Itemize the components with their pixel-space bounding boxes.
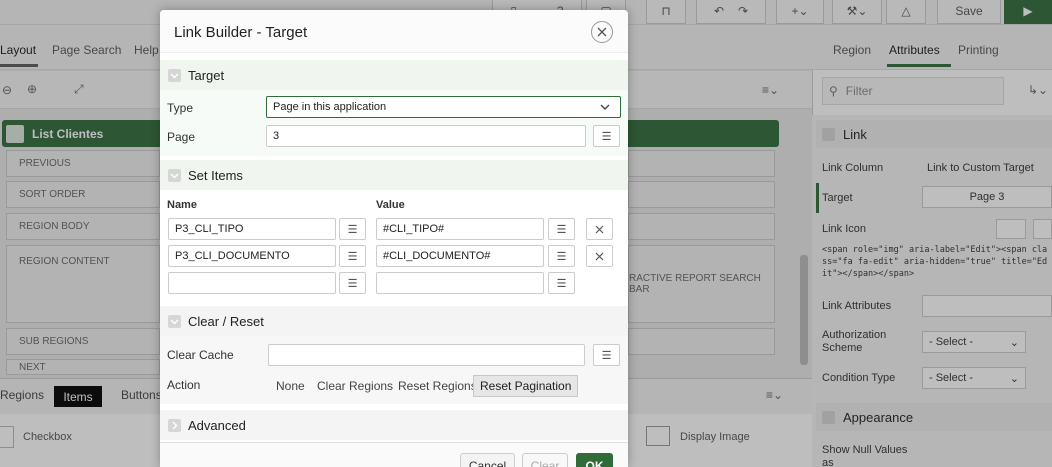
item-name-list-button[interactable]: ☰ [339, 218, 366, 240]
name-column-header: Name [167, 199, 197, 211]
list-icon: ☰ [556, 277, 567, 290]
item-value-list-button[interactable]: ☰ [548, 272, 575, 294]
clear-cache-label: Clear Cache [167, 348, 234, 362]
close-button[interactable] [591, 21, 613, 43]
list-icon: ☰ [556, 250, 567, 263]
list-icon: ☰ [347, 250, 358, 263]
list-icon: ☰ [347, 223, 358, 236]
target-section-title: Target [188, 67, 225, 83]
page-list-button[interactable]: ☰ [593, 125, 620, 147]
remove-item-button[interactable] [586, 218, 613, 240]
item-name-field[interactable]: P3_CLI_TIPO [168, 218, 336, 240]
ok-button[interactable]: OK [576, 453, 613, 467]
item-name-list-button[interactable]: ☰ [339, 272, 366, 294]
action-reset-regions-label: Reset Regions [398, 379, 477, 393]
item-value-field[interactable]: #CLI_DOCUMENTO# [376, 245, 544, 267]
action-clear-regions[interactable]: Clear Regions [311, 375, 399, 397]
action-none-label: None [276, 379, 305, 393]
clear-reset-section-title: Clear / Reset [188, 313, 264, 329]
close-icon [597, 27, 607, 37]
clear-cache-list-button[interactable]: ☰ [593, 344, 620, 366]
set-items-section-title: Set Items [188, 167, 243, 183]
item-name-field[interactable]: P3_CLI_DOCUMENTO [168, 245, 336, 267]
close-icon [595, 225, 604, 234]
action-reset-pagination-label: Reset Pagination [480, 379, 572, 393]
close-icon [595, 252, 604, 261]
page-field[interactable]: 3 [266, 125, 586, 147]
clear-button[interactable]: Clear [522, 453, 568, 467]
list-icon: ☰ [601, 130, 612, 143]
dialog-title: Link Builder - Target [174, 24, 308, 41]
advanced-section-header[interactable]: Advanced [160, 410, 628, 440]
item-name-list-button[interactable]: ☰ [339, 245, 366, 267]
clear-reset-section-header[interactable]: Clear / Reset [160, 306, 628, 336]
ok-label: OK [585, 459, 604, 467]
value-column-header: Value [376, 199, 405, 211]
cancel-label: Cancel [468, 459, 507, 467]
type-select[interactable]: Page in this application [266, 96, 621, 118]
set-items-section-header[interactable]: Set Items [160, 160, 628, 190]
item-value-value: #CLI_DOCUMENTO# [383, 250, 491, 262]
item-value-list-button[interactable]: ☰ [548, 218, 575, 240]
item-value-value: #CLI_TIPO# [383, 223, 445, 235]
list-icon: ☰ [556, 223, 567, 236]
action-none[interactable]: None [270, 375, 311, 397]
chevron-down-icon [600, 104, 610, 111]
clear-label: Clear [530, 459, 560, 467]
action-clear-regions-label: Clear Regions [317, 379, 394, 393]
type-label: Type [167, 101, 194, 115]
action-reset-regions[interactable]: Reset Regions [392, 375, 483, 397]
clear-cache-field[interactable] [268, 344, 585, 366]
chevron-down-icon [168, 168, 181, 182]
list-icon: ☰ [601, 349, 612, 362]
page-label: Page [167, 130, 196, 144]
link-builder-dialog: Link Builder - Target Target Type Page i… [160, 10, 628, 467]
item-value-field[interactable] [376, 272, 544, 294]
page-value: 3 [273, 130, 280, 142]
chevron-right-icon [168, 418, 181, 432]
action-reset-pagination[interactable]: Reset Pagination [473, 375, 579, 397]
action-label: Action [167, 378, 201, 392]
item-name-field[interactable] [168, 272, 336, 294]
cancel-button[interactable]: Cancel [460, 453, 515, 467]
item-value-field[interactable]: #CLI_TIPO# [376, 218, 544, 240]
chevron-down-icon [168, 68, 181, 82]
remove-item-button[interactable] [586, 245, 613, 267]
item-name-value: P3_CLI_TIPO [175, 223, 244, 235]
list-icon: ☰ [347, 277, 358, 290]
item-name-value: P3_CLI_DOCUMENTO [175, 250, 290, 262]
type-value: Page in this application [273, 101, 387, 113]
advanced-section-title: Advanced [188, 417, 246, 433]
chevron-down-icon [168, 314, 181, 328]
target-section-header[interactable]: Target [160, 60, 628, 90]
item-value-list-button[interactable]: ☰ [548, 245, 575, 267]
